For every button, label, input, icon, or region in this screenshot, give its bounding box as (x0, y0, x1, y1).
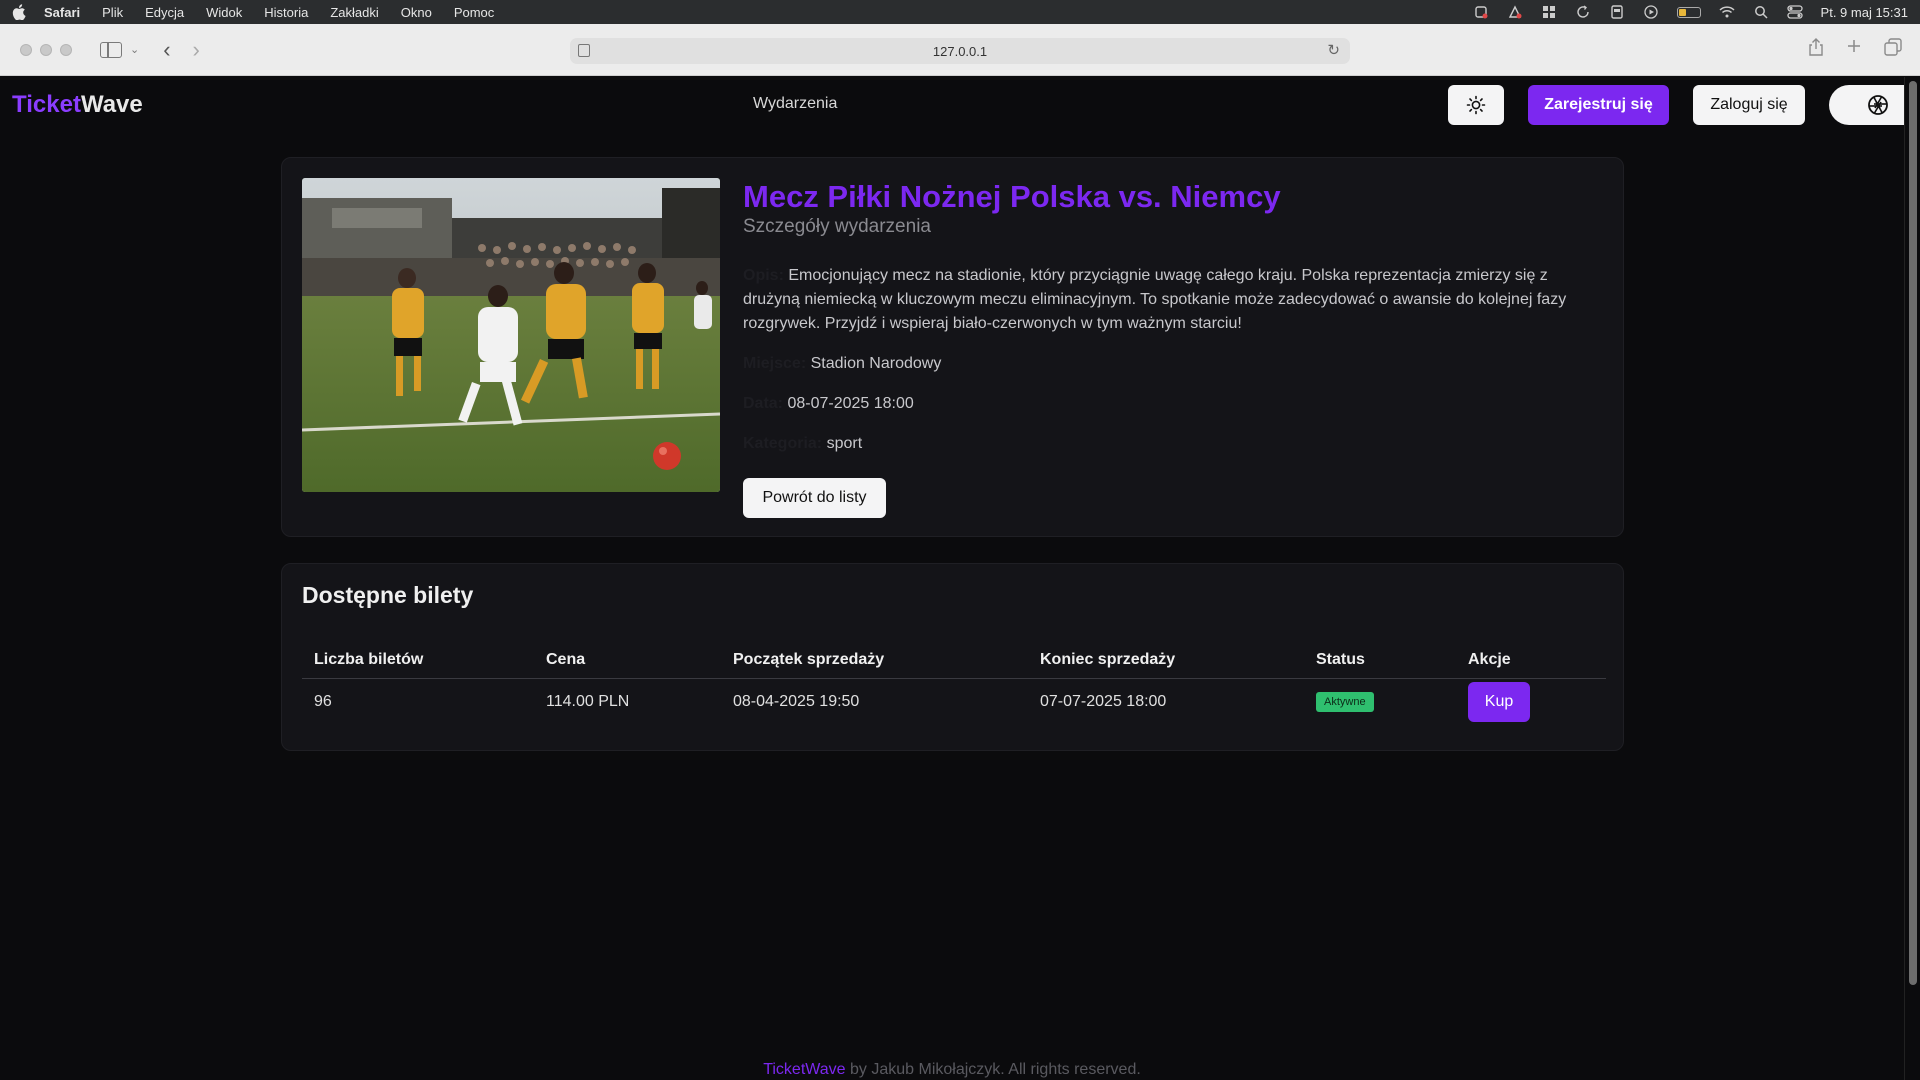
tickets-card: Dostępne bilety Liczba biletów Cena Pocz… (281, 563, 1624, 751)
buy-button[interactable]: Kup (1468, 682, 1530, 723)
back-arrow-icon[interactable]: ‹ (163, 37, 170, 63)
app-status-icon[interactable] (1473, 5, 1489, 19)
reload-icon[interactable]: ↻ (1327, 41, 1340, 59)
minimize-window-button[interactable] (40, 43, 52, 56)
spotlight-search-icon[interactable] (1753, 5, 1769, 19)
sync-icon[interactable] (1575, 5, 1591, 19)
clock[interactable]: Pt. 9 maj 15:31 (1821, 5, 1908, 20)
category-label: Kategoria: (743, 435, 823, 452)
ticket-price: 114.00 PLN (546, 693, 630, 711)
extension-status-icon[interactable] (1507, 5, 1523, 19)
footer-brand[interactable]: TicketWave (763, 1061, 845, 1078)
grid-status-icon[interactable] (1541, 5, 1557, 19)
window-controls (20, 43, 72, 56)
date-label: Data: (743, 395, 784, 412)
nav-link-events[interactable]: Wydarzenia (753, 95, 837, 113)
place-value: Stadion Narodowy (810, 355, 942, 372)
status-area: Pt. 9 maj 15:31 (1473, 5, 1908, 20)
forward-arrow-icon[interactable]: › (193, 37, 200, 63)
address-text: 127.0.0.1 (932, 43, 988, 59)
address-bar[interactable]: 127.0.0.1 ↻ (570, 38, 1350, 64)
event-description: Opis: Emocjonujący mecz na stadionie, kt… (743, 264, 1603, 336)
sale-start: 08-04-2025 19:50 (733, 693, 860, 711)
event-subtitle: Szczegóły wydarzenia (743, 216, 931, 237)
event-category: Kategoria: sport (743, 432, 1603, 456)
status-cell: Aktywne (1304, 678, 1456, 726)
theme-toggle-button[interactable] (1448, 85, 1504, 125)
menu-safari[interactable]: Safari (44, 5, 80, 20)
menu-edit[interactable]: Edycja (145, 5, 184, 20)
menu-file[interactable]: Plik (102, 5, 123, 20)
event-details-card: Mecz Piłki Nożnej Polska vs. Niemcy Szcz… (281, 157, 1624, 537)
zoom-window-button[interactable] (60, 43, 72, 56)
event-place: Miejsce: Stadion Narodowy (743, 352, 1603, 376)
event-title: Mecz Piłki Nożnej Polska vs. Niemcy (743, 179, 1281, 214)
back-to-list-button[interactable]: Powrót do listy (743, 478, 886, 518)
menu-history[interactable]: Historia (264, 5, 308, 20)
sidebar-toggle-icon[interactable] (100, 41, 122, 58)
scrollbar-thumb[interactable] (1909, 81, 1917, 985)
menu-window[interactable]: Okno (401, 5, 432, 20)
close-window-button[interactable] (20, 43, 32, 56)
event-photo (302, 178, 720, 492)
app-navbar: TicketWave Wydarzenia Zarejestruj się Za… (0, 77, 1920, 133)
footer-text: by Jakub Mikołajczyk. All rights reserve… (845, 1061, 1141, 1078)
tickets-table: Liczba biletów Cena Początek sprzedaży K… (302, 642, 1606, 726)
column-header: Akcje (1456, 642, 1606, 679)
menu-help[interactable]: Pomoc (454, 5, 494, 20)
page-footer: TicketWave by Jakub Mikołajczyk. All rig… (0, 1061, 1904, 1079)
table-header-row: Liczba biletów Cena Początek sprzedaży K… (302, 642, 1606, 679)
wifi-icon[interactable] (1719, 5, 1735, 19)
document-status-icon[interactable] (1609, 5, 1625, 19)
column-header: Status (1304, 642, 1456, 679)
toolbar-actions (1808, 38, 1902, 61)
actions-cell: Kup (1456, 678, 1606, 726)
tab-overview-icon[interactable] (1884, 38, 1902, 61)
column-header: Koniec sprzedaży (1028, 642, 1304, 679)
new-tab-icon[interactable] (1846, 38, 1862, 61)
event-info: Mecz Piłki Nożnej Polska vs. Niemcy Szcz… (743, 178, 1603, 518)
register-button[interactable]: Zarejestruj się (1528, 85, 1669, 125)
status-badge: Aktywne (1316, 692, 1374, 713)
tickets-heading: Dostępne bilety (302, 582, 474, 608)
column-header: Początek sprzedaży (721, 642, 1028, 679)
description-text: Emocjonujący mecz na stadionie, który pr… (743, 267, 1567, 332)
page-settings-icon[interactable] (578, 44, 590, 57)
date-value: 08-07-2025 18:00 (787, 395, 914, 412)
ticket-count: 96 (314, 693, 332, 711)
event-date: Data: 08-07-2025 18:00 (743, 392, 1603, 416)
description-label: Opis: (743, 267, 784, 284)
menu-view[interactable]: Widok (206, 5, 242, 20)
menu-bookmarks[interactable]: Zakładki (330, 5, 378, 20)
chevron-down-icon[interactable]: ⌄ (130, 43, 139, 56)
battery-icon[interactable] (1676, 6, 1701, 18)
aperture-icon (1867, 95, 1888, 115)
column-header: Liczba biletów (302, 642, 534, 679)
browser-toolbar: ⌄ ‹ › 127.0.0.1 ↻ (0, 24, 1920, 76)
play-icon[interactable] (1643, 5, 1659, 19)
page-scrollbar[interactable] (1904, 77, 1920, 1080)
share-icon[interactable] (1808, 38, 1824, 61)
sale-end: 07-07-2025 18:00 (1040, 693, 1167, 711)
system-menubar: Safari Plik Edycja Widok Historia Zakład… (0, 0, 1920, 24)
site-logo[interactable]: TicketWave (12, 91, 143, 119)
apple-icon[interactable] (12, 4, 26, 20)
category-value: sport (826, 435, 863, 452)
column-header: Cena (534, 642, 721, 679)
login-button[interactable]: Zaloguj się (1693, 85, 1805, 125)
table-row: 96 114.00 PLN 08-04-2025 19:50 07-07-202… (302, 678, 1606, 726)
control-center-icon[interactable] (1786, 5, 1803, 19)
place-label: Miejsce: (743, 355, 807, 372)
sun-icon (1466, 95, 1486, 115)
